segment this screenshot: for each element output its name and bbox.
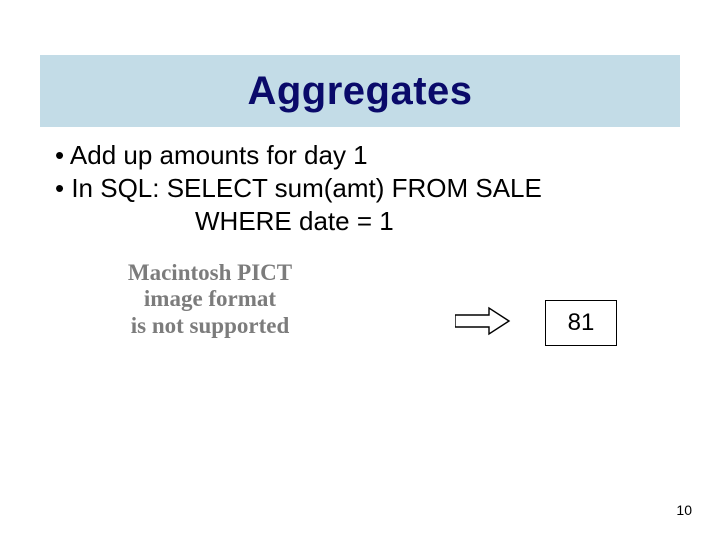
page-number: 10 — [676, 502, 692, 518]
bullet-item-2-continuation: WHERE date = 1 — [55, 206, 670, 237]
bullet-list: • Add up amounts for day 1 • In SQL: SEL… — [55, 140, 670, 240]
result-cell: 81 — [545, 300, 617, 346]
pict-placeholder: Macintosh PICT image format is not suppo… — [80, 260, 340, 339]
pict-line-1: Macintosh PICT — [80, 260, 340, 286]
pict-line-2: image format — [80, 286, 340, 312]
bullet-item-2: • In SQL: SELECT sum(amt) FROM SALE — [55, 173, 670, 204]
bullet-item-1: • Add up amounts for day 1 — [55, 140, 670, 171]
result-value: 81 — [568, 309, 595, 337]
title-band: Aggregates — [40, 55, 680, 127]
arrow-icon — [455, 306, 511, 341]
slide-title: Aggregates — [247, 69, 472, 114]
pict-line-3: is not supported — [80, 313, 340, 339]
